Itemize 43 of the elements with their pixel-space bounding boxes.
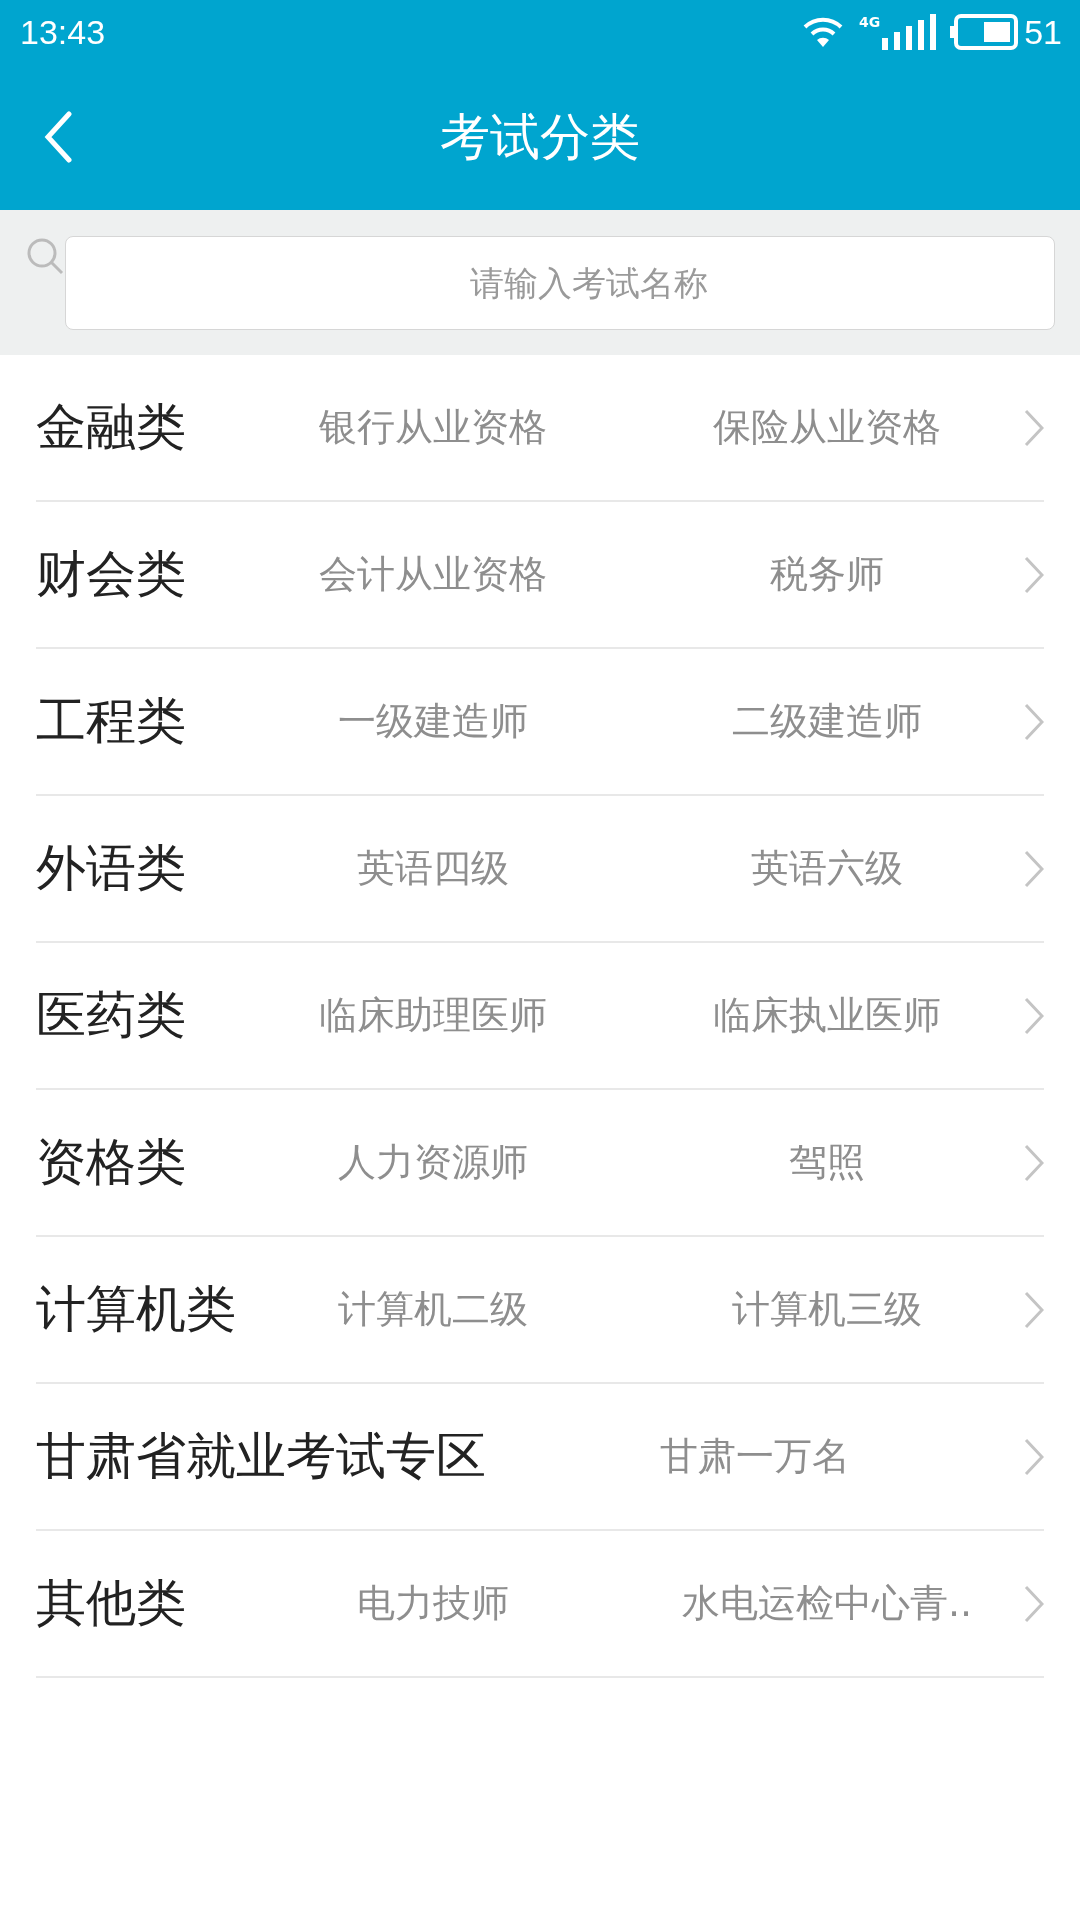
exam-link[interactable]: 税务师 [630,549,1024,600]
back-icon [44,111,72,163]
exam-link[interactable]: 会计从业资格 [236,549,630,600]
chevron-right-icon[interactable] [1024,408,1044,447]
category-name: 资格类 [36,1132,187,1193]
chevron-right-icon[interactable] [1024,849,1044,888]
category-name: 计算机类 [36,1279,236,1340]
category-name: 外语类 [36,838,187,899]
exam-link[interactable]: 计算机二级 [236,1284,630,1335]
chevron-right-icon[interactable] [1024,1290,1044,1329]
category-name: 金融类 [36,397,187,458]
chevron-right-icon[interactable] [1024,1143,1044,1182]
category-name: 医药类 [36,985,187,1046]
status-time: 13:43 [20,12,107,52]
exam-link[interactable]: 二级建造师 [630,696,1024,747]
signal-icon [882,14,937,50]
exam-link[interactable]: 驾照 [630,1137,1024,1188]
exam-link[interactable]: 英语六级 [630,843,1024,894]
exam-link[interactable]: 人力资源师 [236,1137,630,1188]
battery-icon [950,14,1019,50]
exam-link[interactable]: 英语四级 [236,843,630,894]
page-title: 考试分类 [440,106,640,168]
network-type: 4G [858,14,881,30]
exam-link[interactable]: 临床助理医师 [236,990,630,1041]
exam-link[interactable]: 电力技师 [236,1578,630,1629]
chevron-right-icon[interactable] [1024,996,1044,1035]
category-name: 财会类 [36,544,187,605]
exam-link[interactable]: 银行从业资格 [236,402,630,453]
exam-link[interactable]: 甘肃一万名 [486,1431,1024,1482]
category-name: 其他类 [36,1573,187,1634]
battery-level: 51 [1024,12,1062,52]
chevron-right-icon[interactable] [1024,1437,1044,1476]
exam-link[interactable]: 临床执业医师 [630,990,1024,1041]
category-name: 甘肃省就业考试专区 [36,1426,486,1487]
category-name: 工程类 [36,691,187,752]
exam-link[interactable]: 水电运检中心青.. [630,1578,1024,1629]
exam-link[interactable]: 计算机三级 [630,1284,1024,1335]
chevron-right-icon[interactable] [1024,1584,1044,1623]
chevron-right-icon[interactable] [1024,702,1044,741]
search-icon [25,236,65,276]
exam-link[interactable]: 保险从业资格 [630,402,1024,453]
exam-link[interactable]: 一级建造师 [236,696,630,747]
chevron-right-icon[interactable] [1024,555,1044,594]
